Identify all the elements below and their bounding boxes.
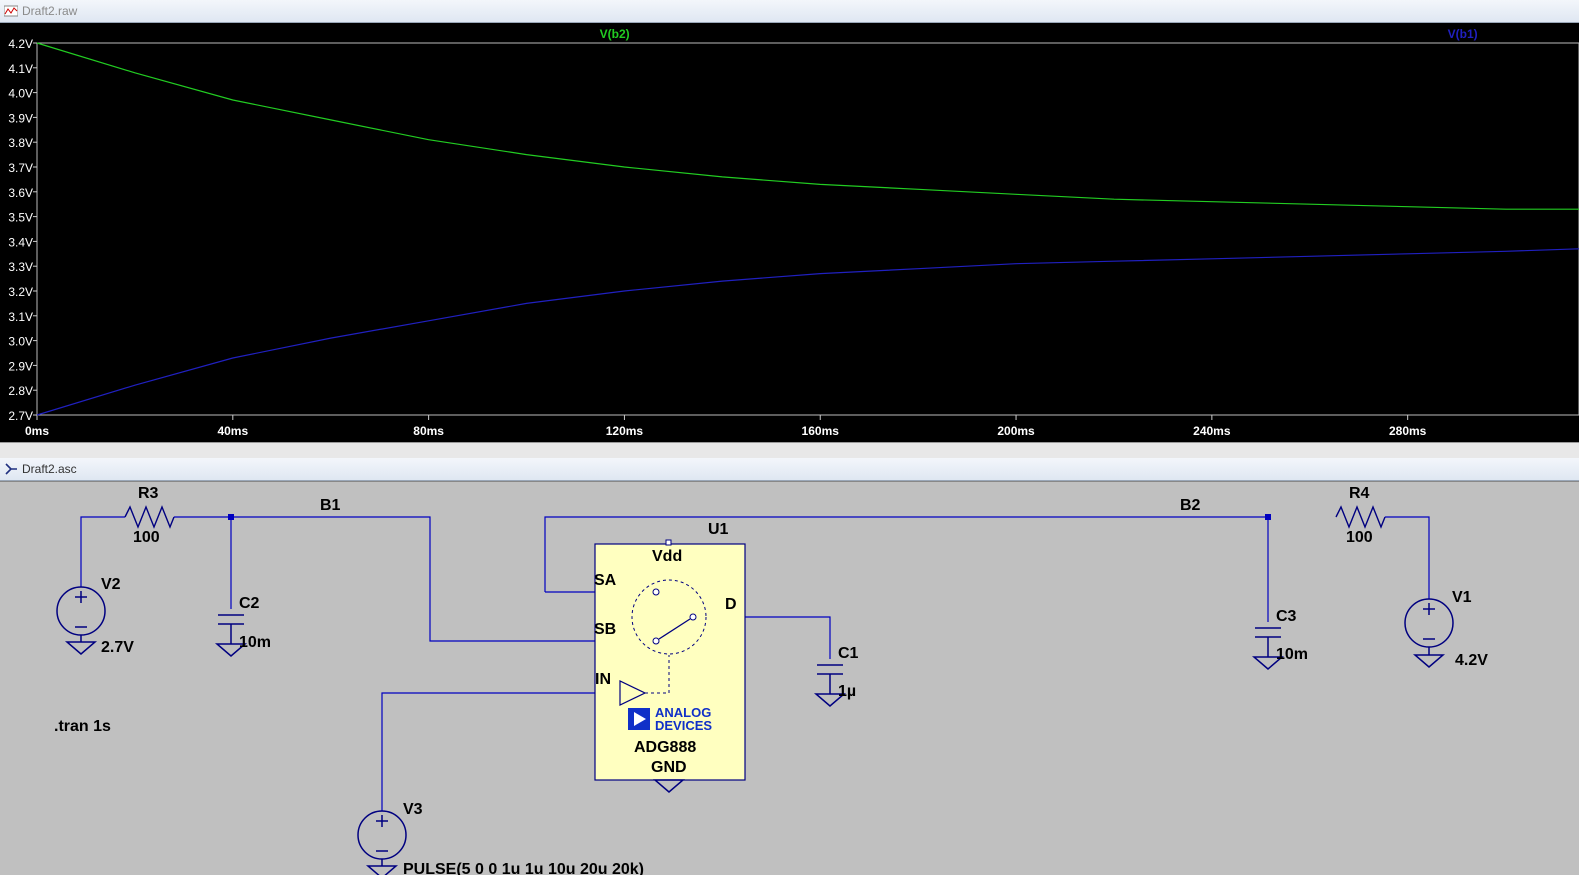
c1-value: 1µ <box>838 683 856 700</box>
y-tick-label: 2.8V <box>8 384 33 398</box>
adi-logo-text-2: DEVICES <box>655 718 712 733</box>
net-label-b1: B1 <box>320 497 341 514</box>
series-label: V(b1) <box>1448 27 1478 41</box>
y-tick-label: 3.4V <box>8 235 33 249</box>
v3-label: V3 <box>403 801 423 818</box>
voltage-source-v1[interactable] <box>1404 598 1454 668</box>
y-tick-label: 4.0V <box>8 87 33 101</box>
waveform-plot-pane[interactable]: 4.2V 4.1V 4.0V 3.9V 3.8V 3.7V 3.6V 3.5V 3.4V 3.3V… <box>0 23 1579 442</box>
resistor-r3[interactable] <box>124 505 175 529</box>
vdd-pin-label: Vdd <box>652 548 682 565</box>
u1-label: U1 <box>708 521 729 538</box>
in-pin-label: IN <box>595 671 611 688</box>
r4-label: R4 <box>1349 485 1370 502</box>
schematic-drawing[interactable]: R3 100 B1 B2 R4 100 U1 Vdd SA SB D IN AN… <box>0 482 1579 875</box>
schematic-window-title: Draft2.asc <box>22 462 77 476</box>
y-tick-label: 4.1V <box>8 62 33 76</box>
voltage-source-v3[interactable] <box>357 810 407 875</box>
plot-frame <box>36 42 1579 416</box>
x-tick-label: 280ms <box>1389 424 1427 438</box>
junction-dot <box>1265 514 1271 520</box>
wire <box>381 692 620 811</box>
schematic-canvas[interactable]: R3 100 B1 B2 R4 100 U1 Vdd SA SB D IN AN… <box>0 481 1579 875</box>
series-label: V(b2) <box>600 27 630 41</box>
c3-value: 10m <box>1276 646 1308 663</box>
resistor-r4[interactable] <box>1335 505 1386 529</box>
y-tick-label: 3.9V <box>8 111 33 125</box>
y-tick-label: 3.8V <box>8 136 33 150</box>
x-tick-label: 240ms <box>1193 424 1231 438</box>
series-line-V(b1) <box>36 248 1579 416</box>
voltage-source-v2[interactable] <box>56 586 106 655</box>
x-tick-label: 120ms <box>606 424 644 438</box>
y-tick-label: 3.3V <box>8 260 33 274</box>
sb-pin-label: SB <box>594 621 616 638</box>
v1-label: V1 <box>1452 589 1472 606</box>
y-tick-label: 3.7V <box>8 161 33 175</box>
y-tick-label: 2.7V <box>8 409 33 423</box>
junction-dot <box>228 514 234 520</box>
v1-value: 4.2V <box>1455 652 1488 669</box>
v2-value: 2.7V <box>101 639 134 656</box>
waveform-icon <box>4 5 18 17</box>
schematic-window-titlebar[interactable]: Draft2.asc <box>0 458 1579 481</box>
v3-value: PULSE(5 0 0 1u 1u 10u 20u 20k) <box>403 861 644 875</box>
r3-value: 100 <box>133 529 160 546</box>
y-tick-label: 3.2V <box>8 285 33 299</box>
net-label-b2: B2 <box>1180 497 1201 514</box>
x-tick-label: 40ms <box>217 424 248 438</box>
y-tick-label: 2.9V <box>8 359 33 373</box>
c2-label: C2 <box>239 595 260 612</box>
c3-label: C3 <box>1276 608 1297 625</box>
y-tick-label: 3.0V <box>8 335 33 349</box>
d-pin-label: D <box>725 596 737 613</box>
x-tick-label: 160ms <box>802 424 840 438</box>
spice-directive[interactable]: .tran 1s <box>54 718 111 735</box>
wire <box>1385 516 1430 599</box>
part-number: ADG888 <box>634 739 696 756</box>
waveform-chart[interactable]: 4.2V 4.1V 4.0V 3.9V 3.8V 3.7V 3.6V 3.5V 3.4V 3.3V… <box>0 23 1579 442</box>
y-tick-label: 3.1V <box>8 310 33 324</box>
c2-value: 10m <box>239 634 271 651</box>
wire <box>174 516 652 642</box>
waveform-window-titlebar[interactable]: Draft2.raw <box>0 0 1579 23</box>
series-line-V(b2) <box>36 42 1579 210</box>
sa-pin-label: SA <box>594 572 617 589</box>
r4-value: 100 <box>1346 529 1373 546</box>
x-tick-label: 200ms <box>997 424 1035 438</box>
r3-label: R3 <box>138 485 159 502</box>
y-tick-label: 3.6V <box>8 186 33 200</box>
y-tick-label: 4.2V <box>8 37 33 51</box>
c1-label: C1 <box>838 645 859 662</box>
gnd-pin-label: GND <box>651 759 687 776</box>
y-tick-label: 3.5V <box>8 211 33 225</box>
waveform-window-title: Draft2.raw <box>22 4 78 18</box>
schematic-icon <box>5 463 17 475</box>
x-tick-label: 0ms <box>25 424 49 438</box>
x-tick-label: 80ms <box>413 424 444 438</box>
v2-label: V2 <box>101 576 121 593</box>
